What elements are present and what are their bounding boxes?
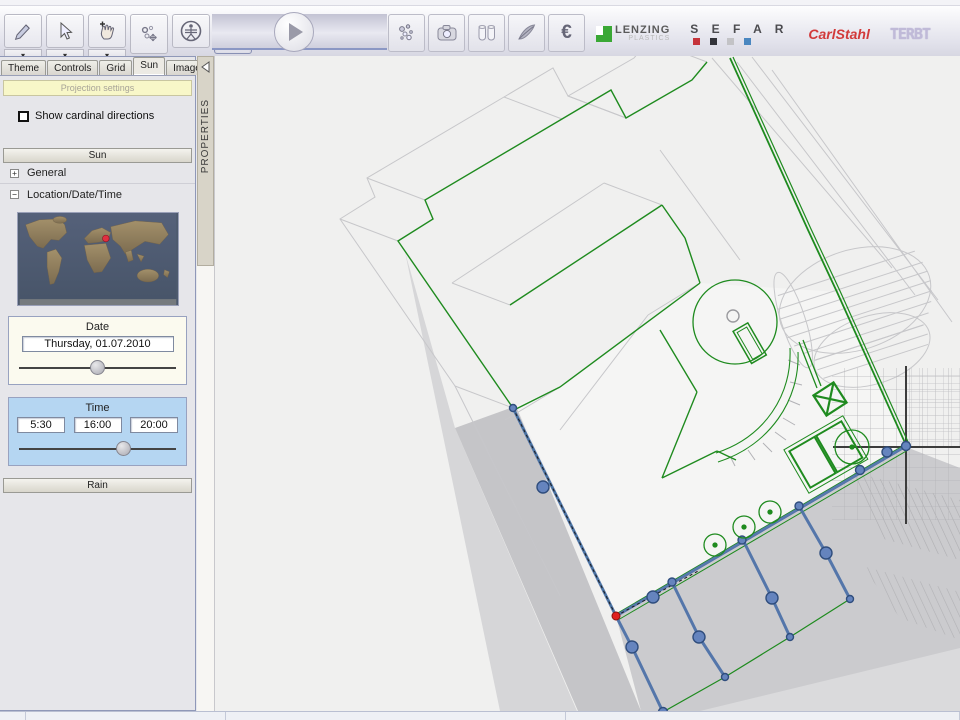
move-gears-icon <box>138 23 160 45</box>
date-slider-thumb[interactable] <box>90 360 105 375</box>
properties-tab-label: PROPERTIES <box>200 99 211 173</box>
time-end-field[interactable]: 20:00 <box>130 417 178 433</box>
vitruvian-man-icon <box>179 19 203 43</box>
lenzing-mark-icon <box>596 26 612 42</box>
sidebar-tabbar: Theme Controls Grid Sun Images <box>0 57 195 76</box>
status-segment <box>566 712 960 720</box>
select-tool-button[interactable]: ▾ <box>46 14 84 48</box>
outline-logo: TERBT <box>890 25 930 43</box>
main-toolbar: ▾ ▾ ▾ <box>0 6 960 56</box>
cursor-icon <box>54 20 76 42</box>
grab-tool-button[interactable]: ▾ <box>88 14 126 48</box>
feather-icon <box>515 21 539 45</box>
spools-icon <box>475 21 499 45</box>
world-map-location-picker[interactable] <box>17 212 179 306</box>
lenzing-text: LENZING <box>615 25 670 35</box>
date-label: Date <box>15 321 180 333</box>
play-icon <box>289 23 303 41</box>
properties-strip: PROPERTIES <box>197 56 215 711</box>
date-field[interactable]: Thursday, 01.07.2010 <box>22 336 174 352</box>
time-start-field[interactable]: 5:30 <box>17 417 65 433</box>
properties-tab[interactable]: PROPERTIES <box>197 56 214 266</box>
snapshot-button[interactable] <box>428 14 465 52</box>
status-segment <box>0 712 26 720</box>
collapse-left-icon[interactable] <box>200 61 211 73</box>
viewport-3d[interactable] <box>215 56 960 711</box>
date-panel: Date Thursday, 01.07.2010 <box>8 316 187 385</box>
location-expander[interactable]: − Location/Date/Time <box>0 184 195 205</box>
canvas-drawing[interactable] <box>215 56 960 711</box>
status-segment <box>226 712 566 720</box>
play-bar <box>212 14 387 50</box>
time-panel: Time 5:30 16:00 20:00 <box>8 397 187 466</box>
camera-icon <box>435 21 459 45</box>
play-button[interactable] <box>274 12 314 52</box>
tab-sun[interactable]: Sun <box>133 57 165 75</box>
cardinal-directions-row: Show cardinal directions <box>18 110 195 122</box>
carlstahl-logo: CarlStahl <box>808 26 869 42</box>
collapse-minus-icon[interactable]: − <box>10 190 19 199</box>
tab-grid[interactable]: Grid <box>99 60 132 75</box>
move-objects-button[interactable] <box>130 14 168 54</box>
date-slider[interactable] <box>19 360 176 376</box>
materials-button[interactable] <box>388 14 425 52</box>
time-slider-thumb[interactable] <box>116 441 131 456</box>
sun-section-header[interactable]: Sun <box>3 148 192 163</box>
draw-tool-button[interactable]: ▾ <box>4 14 42 48</box>
location-marker-icon[interactable] <box>102 235 109 242</box>
general-expander[interactable]: + General <box>0 163 195 184</box>
textiles-button[interactable] <box>468 14 505 52</box>
settings-sidebar: Theme Controls Grid Sun Images Projectio… <box>0 56 196 711</box>
pencil-icon <box>12 20 34 42</box>
euro-icon: € <box>561 22 572 44</box>
hand-plus-icon <box>96 20 118 42</box>
tab-theme[interactable]: Theme <box>1 60 46 75</box>
feather-button[interactable] <box>508 14 545 52</box>
general-label: General <box>27 167 66 179</box>
map-antarctica <box>19 299 176 305</box>
sefar-text: S E F A R <box>690 22 788 36</box>
time-current-field[interactable]: 16:00 <box>74 417 122 433</box>
sponsor-logos: LENZING PLASTICS S E F A R CarlStahl TER… <box>596 22 930 45</box>
cost-button[interactable]: € <box>548 14 585 52</box>
expand-plus-icon[interactable]: + <box>10 169 19 178</box>
time-slider-track <box>19 448 176 450</box>
lenzing-subtext: PLASTICS <box>615 35 670 43</box>
selected-node-red[interactable] <box>612 612 620 620</box>
molecule-icon <box>396 22 418 44</box>
show-cardinal-checkbox[interactable] <box>18 111 29 122</box>
time-slider[interactable] <box>19 441 176 457</box>
status-bar <box>0 711 960 720</box>
toolbar-right-group: € <box>388 14 585 52</box>
time-label: Time <box>15 402 180 414</box>
sefar-squares-icon <box>693 38 788 45</box>
status-segment <box>26 712 226 720</box>
show-cardinal-label: Show cardinal directions <box>35 110 154 122</box>
sefar-logo: S E F A R <box>690 22 788 45</box>
tab-controls[interactable]: Controls <box>47 60 98 75</box>
rain-section-header[interactable]: Rain <box>3 478 192 493</box>
location-label: Location/Date/Time <box>27 189 122 201</box>
lenzing-logo: LENZING PLASTICS <box>596 25 670 43</box>
projection-settings-button[interactable]: Projection settings <box>3 80 192 96</box>
human-model-button[interactable] <box>172 14 210 48</box>
